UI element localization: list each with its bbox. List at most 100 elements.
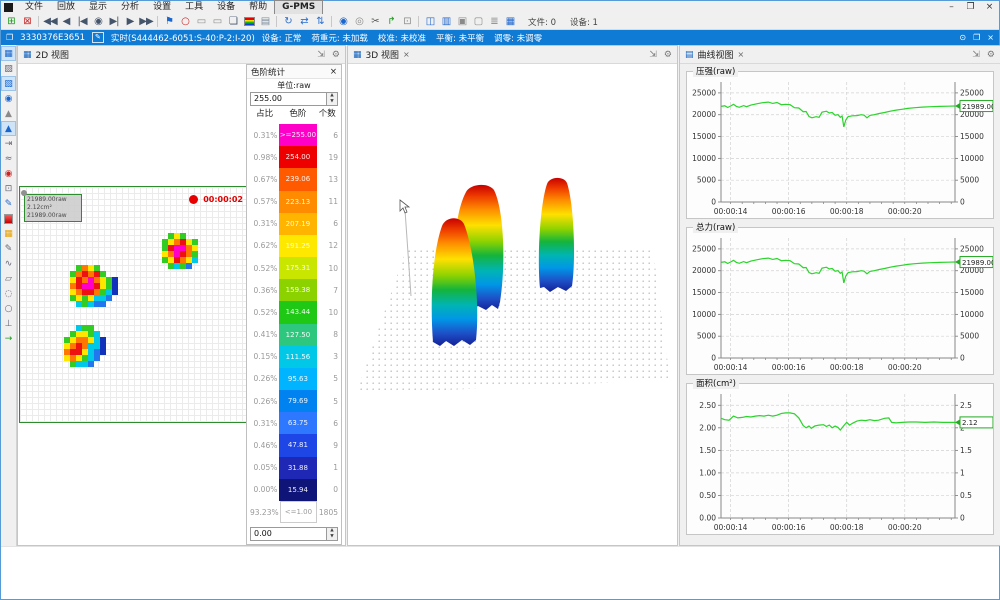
max-level-input[interactable]: 255.00 ▲▼ (250, 92, 338, 106)
area-chart[interactable]: 2.502.52.0021.501.51.0010.500.50.00000:0… (687, 384, 993, 534)
legend-row-17: 93.23%<=1.001805 (247, 501, 341, 523)
files-count: 文件: 0 (528, 16, 556, 28)
step-back-button[interactable]: ◀ (58, 15, 74, 29)
legend-row-5: 0.62%191.2512 (247, 235, 341, 257)
tool-avg-button[interactable]: ≈ (1, 151, 16, 166)
tool-brush-3d-button[interactable]: ▧ (1, 76, 16, 91)
close-view-button[interactable]: ⊠ (19, 15, 35, 29)
titlebar: 文件回放显示分析设置工具设备帮助G-PMS – ❐ × (1, 1, 999, 14)
menu-item-5[interactable]: 工具 (178, 1, 210, 14)
menu-item-6[interactable]: 设备 (210, 1, 242, 14)
target-button[interactable]: ◎ (351, 15, 367, 29)
menu-item-0[interactable]: 文件 (18, 1, 50, 14)
clipboard-button[interactable]: ▤ (257, 15, 273, 29)
svg-text:00:00:18: 00:00:18 (830, 523, 864, 532)
min-level-input[interactable]: 0.00 ▲▼ (250, 527, 338, 541)
edit-icon[interactable]: ✎ (92, 32, 104, 43)
menu-item-8[interactable]: G-PMS (274, 0, 323, 15)
layout-frame-button[interactable]: ▣ (454, 15, 470, 29)
cut-button[interactable]: ✂ (367, 15, 383, 29)
spinner-arrows-icon[interactable]: ▲▼ (326, 93, 337, 105)
device-status-bar: ❐ 3330376E3651 ✎ 实时(S444462-6051:S-40:P-… (1, 30, 999, 45)
colorbar-button[interactable] (241, 15, 257, 29)
spinner-arrows-icon[interactable]: ▲▼ (326, 528, 337, 540)
swap-vertical-button[interactable]: ⇅ (312, 15, 328, 29)
tool-polygon-button[interactable]: ▱ (1, 271, 16, 286)
settings-icon[interactable]: ⚙ (987, 50, 995, 60)
panel-3d-close-icon[interactable]: × (403, 50, 410, 59)
tool-ruler-button[interactable]: ⊥ (1, 316, 16, 331)
total-force-chart-title: 总力(raw) (693, 221, 738, 233)
tool-circle-target-button[interactable]: ◉ (1, 91, 16, 106)
snapshot-button[interactable]: ▭ (193, 15, 209, 29)
tool-lightning-pen-button[interactable]: ✎ (1, 196, 16, 211)
layout-list-button[interactable]: ≣ (486, 15, 502, 29)
skip-start-button[interactable]: |◀ (74, 15, 90, 29)
tool-grid-view-button[interactable]: ▨ (1, 61, 16, 76)
legend-row-7: 0.36%159.387 (247, 279, 341, 301)
peak-right (539, 178, 574, 292)
pressure-map-2d[interactable]: 21989.00raw 2.12cm² 21989.00raw 00:00:02 (19, 186, 256, 423)
export-button[interactable]: ↱ (383, 15, 399, 29)
layout-two-pane-button[interactable]: ◫ (422, 15, 438, 29)
window-controls: – ❐ × (942, 1, 999, 14)
fast-rewind-button[interactable]: ◀◀ (42, 15, 58, 29)
device-settings-icon[interactable]: ⊙ (959, 33, 966, 42)
surface-3d-plot[interactable] (348, 64, 677, 545)
pressure-chart[interactable]: 2500025000200002000015000150001000010000… (687, 72, 993, 218)
tool-peak-blue-button[interactable]: ▲ (1, 121, 16, 136)
device-restore-icon[interactable]: ❐ (973, 33, 980, 42)
target-active-button[interactable]: ◉ (335, 15, 351, 29)
menu-bar: 文件回放显示分析设置工具设备帮助G-PMS (18, 1, 323, 14)
swap-horizontal-button[interactable]: ⇄ (296, 15, 312, 29)
color-scale-close-icon[interactable]: × (330, 67, 337, 77)
menu-item-7[interactable]: 帮助 (242, 1, 274, 14)
record-stop-button[interactable]: ◉ (90, 15, 106, 29)
tool-peak-gray-button[interactable]: ▲ (1, 106, 16, 121)
pin-button[interactable]: ⚑ (161, 15, 177, 29)
tool-pencil-button[interactable]: ✎ (1, 241, 16, 256)
tool-export-arrow-button[interactable]: → (1, 331, 16, 346)
skip-end-button[interactable]: ▶| (106, 15, 122, 29)
tool-ellipse-button[interactable]: ○ (1, 301, 16, 316)
tool-record-button[interactable]: ◉ (1, 166, 16, 181)
tool-red-gradient-button[interactable] (1, 211, 16, 226)
settings-icon[interactable]: ⚙ (664, 50, 672, 60)
color-swatch: >=255.00 (279, 124, 316, 146)
fast-forward-button[interactable]: ▶▶ (138, 15, 154, 29)
replay-screen-button[interactable]: ❏ (225, 15, 241, 29)
panel-curves-close-icon[interactable]: × (738, 50, 745, 59)
layout-three-pane-button[interactable]: ▥ (438, 15, 454, 29)
add-view-button[interactable]: ⊞ (3, 15, 19, 29)
pressure-cell (94, 355, 100, 361)
close-button[interactable]: × (980, 1, 999, 14)
menu-item-1[interactable]: 回放 (50, 1, 82, 14)
legend-row-10: 0.15%111.563 (247, 346, 341, 368)
tool-polyline-button[interactable]: ∿ (1, 256, 16, 271)
selection-frame-button[interactable]: ⊡ (399, 15, 415, 29)
menu-item-2[interactable]: 显示 (82, 1, 114, 14)
tool-avg-arrow-button[interactable]: ⇥ (1, 136, 16, 151)
tool-dotted-circle-button[interactable]: ◌ (1, 286, 16, 301)
play-button[interactable]: ▶ (122, 15, 138, 29)
snapshot-off-button[interactable]: ▭ (209, 15, 225, 29)
tool-color-grid-button[interactable]: ▦ (1, 226, 16, 241)
tool-2d-view-button[interactable]: ▦ (1, 46, 16, 61)
settings-icon[interactable]: ⚙ (332, 50, 340, 60)
menu-item-3[interactable]: 分析 (114, 1, 146, 14)
expand-icon[interactable]: ⇲ (649, 50, 657, 60)
total-force-chart[interactable]: 2500025000200002000015000150001000010000… (687, 228, 993, 374)
application-window: 文件回放显示分析设置工具设备帮助G-PMS – ❐ × ⊞⊠◀◀◀|◀◉▶|▶▶… (0, 0, 1000, 600)
color-swatch: 63.75 (279, 412, 316, 434)
menu-item-4[interactable]: 设置 (146, 1, 178, 14)
tool-stamp-button[interactable]: ⊡ (1, 181, 16, 196)
layout-grid-button[interactable]: ▦ (502, 15, 518, 29)
refresh-button[interactable]: ↻ (280, 15, 296, 29)
expand-icon[interactable]: ⇲ (972, 50, 980, 60)
red-ellipse-button[interactable]: ○ (177, 15, 193, 29)
layout-monitor-button[interactable]: ▢ (470, 15, 486, 29)
expand-icon[interactable]: ⇲ (317, 50, 325, 60)
restore-button[interactable]: ❐ (961, 1, 980, 14)
minimize-button[interactable]: – (942, 1, 961, 14)
device-close-icon[interactable]: × (987, 33, 994, 42)
